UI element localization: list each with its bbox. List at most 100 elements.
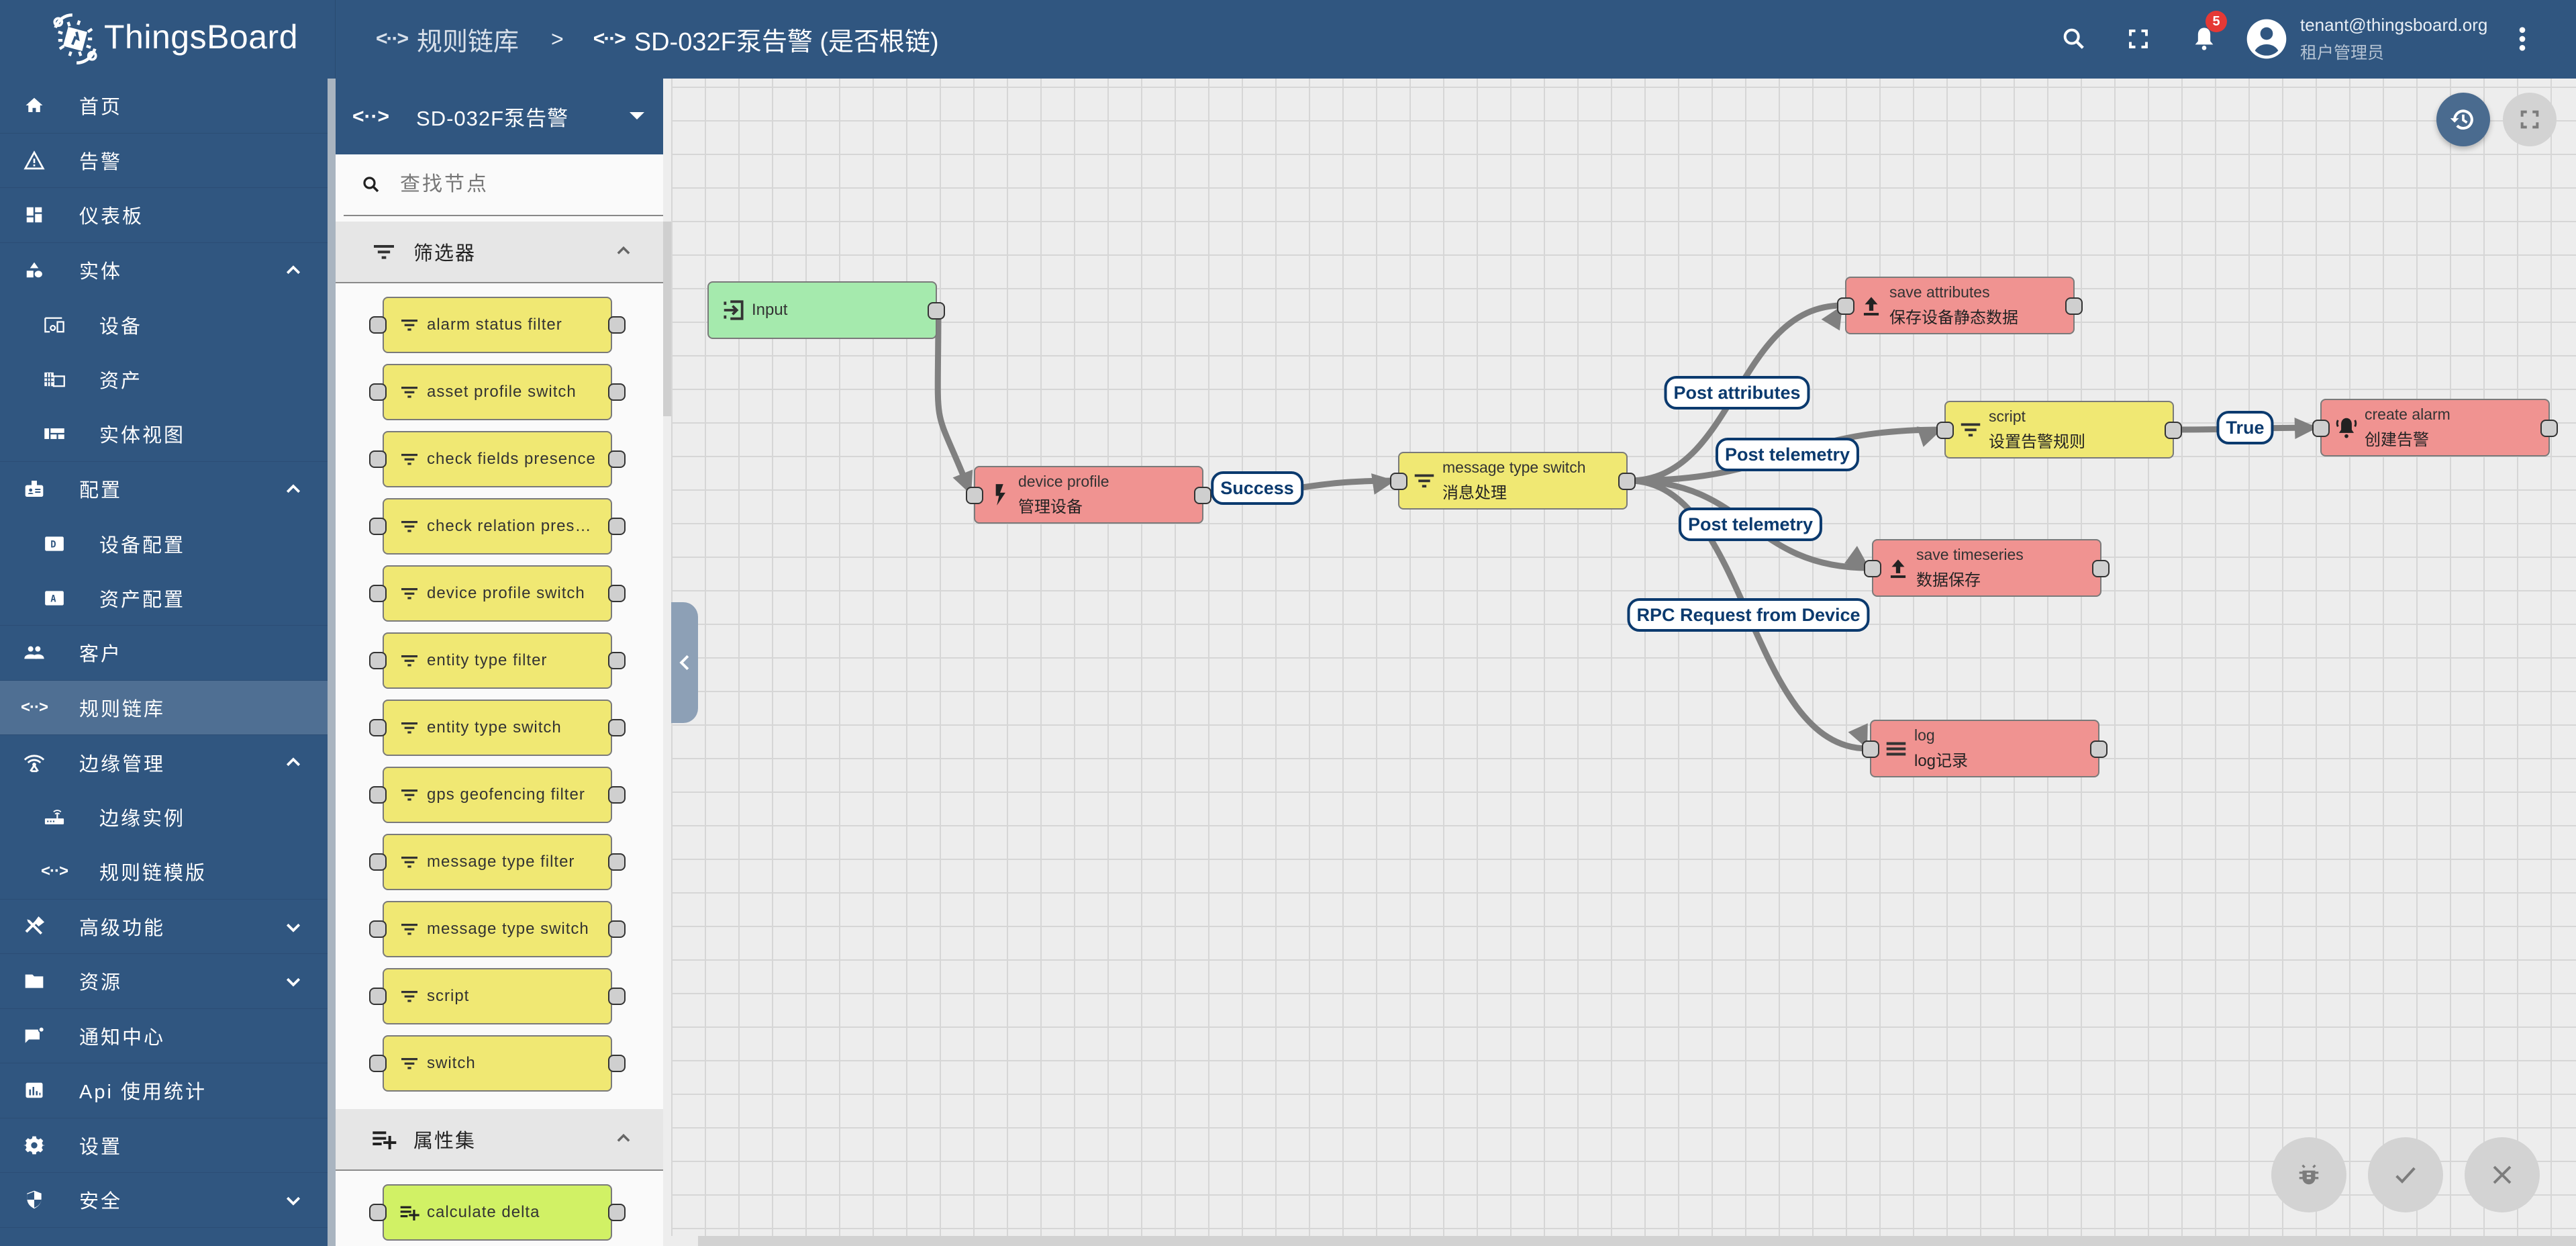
library-node[interactable]: alarm status filter [369,297,626,353]
rule-chain-canvas[interactable] [671,79,2576,1236]
library-node[interactable]: entity type switch [369,700,626,756]
sidebar-item-15[interactable]: 高级功能 [0,900,328,954]
sidebar-item-17[interactable]: 通知中心 [0,1009,328,1063]
notifications-button[interactable]: 5 [2185,11,2227,58]
chevron-up-icon[interactable] [283,479,303,499]
input-port[interactable] [1936,422,1954,439]
library-node[interactable]: check relation presen... [369,498,626,555]
sidebar-item-label: 告警 [79,151,123,173]
chevron-up-icon[interactable] [283,260,303,281]
version-history-button[interactable] [2436,93,2490,146]
library-node[interactable]: script [369,968,626,1024]
output-port[interactable] [1194,487,1211,504]
more-menu-button[interactable] [2504,20,2541,58]
chevron-up-icon[interactable] [614,242,633,260]
sidebar-item-13[interactable]: 边缘实例 [0,790,328,845]
rule-node-script[interactable]: script 设置告警规则 [1936,401,2182,459]
sidebar-item-12[interactable]: 边缘管理 [0,735,328,790]
sidebar-item-0[interactable]: 首页 [0,79,328,134]
sidebar-item-16[interactable]: 资源 [0,954,328,1009]
library-node[interactable]: asset profile switch [369,364,626,420]
breadcrumb-rule-chains[interactable]: <··> 规则链库 [376,21,519,58]
canvas-horizontal-scrollbar[interactable] [698,1236,2576,1246]
library-node[interactable]: entity type filter [369,632,626,689]
sidebar-item-2[interactable]: 仪表板 [0,188,328,243]
output-port[interactable] [2092,560,2110,577]
connection-label[interactable]: Post telemetry [1678,508,1823,541]
rule-node-alarm[interactable]: create alarm 创建告警 [2312,399,2558,457]
library-node[interactable]: switch [369,1035,626,1092]
library-node-label: device profile switch [427,584,585,602]
sidebar-item-19[interactable]: 设置 [0,1118,328,1173]
library-node[interactable]: gps geofencing filter [369,767,626,823]
input-port[interactable] [2312,420,2330,437]
rule-node-devprof[interactable]: device profile 管理设备 [966,466,1211,524]
rule-node-log[interactable]: log log记录 [1862,720,2108,777]
chevron-down-icon[interactable] [283,917,303,937]
sidebar-item-1[interactable]: 告警 [0,134,328,188]
node-search-input[interactable] [400,173,642,196]
output-port[interactable] [928,302,945,320]
input-port [369,988,387,1005]
sidebar-item-3[interactable]: 实体 [0,243,328,298]
library-node[interactable]: message type filter [369,834,626,890]
chevron-up-icon[interactable] [614,1129,633,1148]
rule-node-mts[interactable]: message type switch 消息处理 [1390,452,1636,510]
library-section-header[interactable]: 属性集 [336,1109,663,1171]
sidebar-item-5[interactable]: 资产 [0,352,328,408]
input-port[interactable] [1837,297,1854,315]
chevron-up-icon[interactable] [283,753,303,773]
connection-label[interactable]: Post telemetry [1715,438,1860,471]
input-port[interactable] [1390,473,1407,490]
sidebar-item-6[interactable]: 实体视图 [0,407,328,462]
output-port[interactable] [2090,740,2108,758]
discard-changes-button[interactable] [2465,1137,2540,1212]
collapse-library-button[interactable] [671,602,698,723]
sidebar-scrollbar[interactable] [328,79,336,1246]
canvas-fullscreen-button[interactable] [2503,93,2557,146]
output-port [608,719,626,736]
logo-area[interactable]: ThingsBoard [0,0,336,79]
library-scrollbar[interactable] [663,222,671,416]
connection-label[interactable]: RPC Request from Device [1627,598,1870,632]
library-node[interactable]: check fields presence [369,431,626,487]
debug-button[interactable] [2271,1137,2346,1212]
library-node[interactable]: message type switch [369,901,626,957]
sidebar-item-label: 规则链模版 [99,863,207,885]
sidebar-item-11[interactable]: <··> 规则链库 [0,680,328,735]
library-node[interactable]: device profile switch [369,565,626,622]
fullscreen-button[interactable] [2120,20,2157,58]
rule-node-saveattr[interactable]: save attributes 保存设备静态数据 [1837,277,2083,334]
sidebar-item-4[interactable]: 设备 [0,297,328,352]
apply-changes-button[interactable] [2368,1137,2443,1212]
output-port[interactable] [2165,422,2182,439]
sidebar-item-8[interactable]: D 设备配置 [0,516,328,571]
dropdown-arrow-icon[interactable] [630,112,644,119]
sidebar-item-9[interactable]: A 资产配置 [0,571,328,626]
chevron-down-icon[interactable] [283,971,303,992]
connection-label[interactable]: Success [1211,471,1303,505]
input-port[interactable] [1862,740,1879,758]
sidebar-item-18[interactable]: Api 使用统计 [0,1063,328,1118]
input-port[interactable] [1864,560,1881,577]
output-port[interactable] [2540,420,2558,437]
sidebar-item-10[interactable]: 客户 [0,626,328,681]
input-port[interactable] [966,487,983,504]
connection-label[interactable]: Post attributes [1664,376,1810,410]
output-port[interactable] [2065,297,2083,315]
rule-chain-selector[interactable]: <··> SD-032F泵告警 [336,79,663,154]
node-name: 设置告警规则 [1989,433,2085,451]
search-button[interactable] [2055,20,2093,58]
sidebar-item-7[interactable]: 配置 [0,462,328,517]
output-port [608,1055,626,1072]
user-menu[interactable]: tenant@thingsboard.org 租户管理员 [2245,12,2487,66]
sidebar-item-14[interactable]: <··> 规则链模版 [0,845,328,900]
rule-node-savets[interactable]: save timeseries 数据保存 [1864,539,2110,597]
library-node[interactable]: calculate delta [369,1184,626,1241]
connection-label[interactable]: True [2216,411,2274,444]
chevron-down-icon[interactable] [283,1190,303,1210]
library-section-header[interactable]: 筛选器 [336,222,663,283]
rule-node-input[interactable]: Input [707,281,945,339]
sidebar-item-20[interactable]: 安全 [0,1173,328,1228]
output-port[interactable] [1618,473,1636,490]
